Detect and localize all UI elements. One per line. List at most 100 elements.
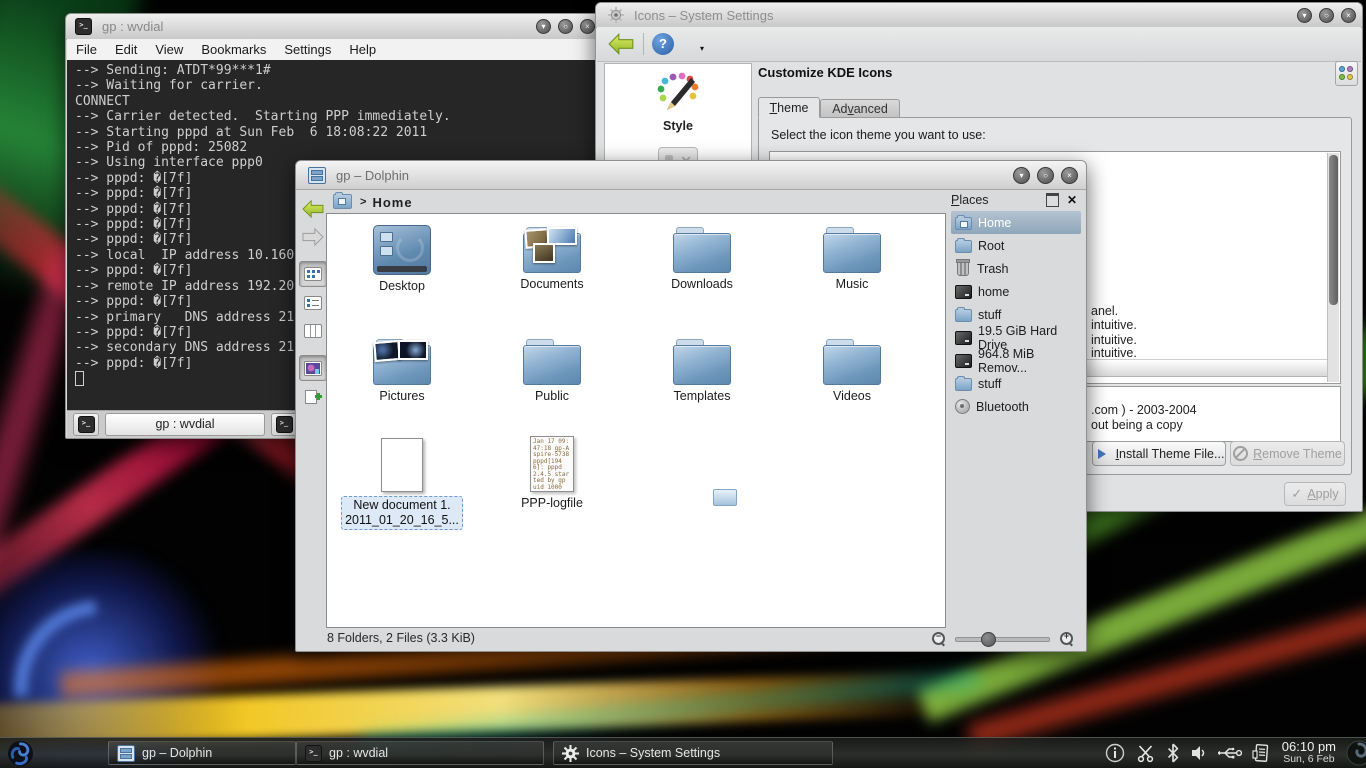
scrollbar[interactable]	[1327, 153, 1339, 382]
bluetooth-tray-icon[interactable]	[1166, 743, 1180, 763]
maximize-button[interactable]: ○	[558, 19, 573, 34]
help-dropdown-caret[interactable]: ▾	[700, 44, 704, 53]
zoom-in-icon[interactable]: +	[1060, 632, 1073, 645]
status-text: 8 Folders, 2 Files (3.3 KiB)	[327, 631, 475, 645]
places-header[interactable]: Places ✕	[951, 189, 1081, 211]
zoom-slider[interactable]	[955, 632, 1050, 644]
konsole-titlebar[interactable]: >_ gp : wvdial ▾ ○ ×	[66, 14, 599, 40]
file-item-ppp-logfile[interactable]: Jan 17 09:47:18 gp-Aspire-5738 pppd[1946…	[477, 436, 627, 546]
folder-item-music[interactable]: Music	[777, 219, 927, 329]
place-removable[interactable]: 964.8 MiB Remov...	[951, 349, 1081, 372]
home-folder-icon[interactable]	[333, 192, 352, 212]
install-theme-button[interactable]: Install Theme File...	[1092, 441, 1226, 466]
close-button[interactable]: ×	[580, 19, 595, 34]
minimize-button[interactable]: ▾	[536, 19, 551, 34]
clock-time: 06:10 pm	[1282, 740, 1336, 753]
place-trash[interactable]: Trash	[951, 257, 1081, 280]
details-view-button[interactable]	[300, 291, 326, 315]
minimize-button[interactable]: ▾	[1013, 167, 1030, 184]
file-item-new-document[interactable]: New document 1.2011_01_20_16_5...	[327, 436, 477, 546]
close-button[interactable]: ×	[1341, 8, 1356, 23]
dot-icon	[1347, 74, 1353, 80]
preview-button[interactable]	[299, 355, 327, 381]
apply-button[interactable]: ✓ Apply	[1284, 482, 1346, 506]
hard-drive-icon	[955, 331, 972, 345]
float-panel-icon[interactable]	[1046, 193, 1059, 207]
place-home-partition[interactable]: home	[951, 280, 1081, 303]
scrollbar-thumb[interactable]	[1329, 155, 1338, 305]
menu-edit[interactable]: Edit	[106, 42, 146, 57]
tab-list-button[interactable]: >_	[271, 413, 297, 436]
folder-item-public[interactable]: Public	[477, 331, 627, 441]
device-notifier-usb-icon[interactable]	[1218, 743, 1242, 763]
remove-theme-button[interactable]: Remove Theme	[1230, 441, 1345, 466]
klipper-scissors-icon[interactable]	[1135, 743, 1156, 763]
split-view-button[interactable]	[300, 385, 326, 409]
place-home[interactable]: Home	[951, 211, 1081, 234]
dolphin-statusbar: 8 Folders, 2 Files (3.3 KiB) − +	[297, 626, 1085, 650]
folder-icon	[823, 339, 881, 385]
close-button[interactable]: ×	[1061, 167, 1078, 184]
tab-advanced[interactable]: Advanced	[820, 99, 900, 118]
forward-button[interactable]	[300, 225, 326, 249]
home-icon	[955, 217, 972, 230]
view-style-button[interactable]	[1335, 61, 1358, 86]
folder-item-templates[interactable]: Templates	[627, 331, 777, 441]
konsole-window-buttons: ▾ ○ ×	[529, 19, 595, 34]
columns-view-button[interactable]	[300, 319, 326, 343]
folder-icon	[955, 378, 972, 391]
settings-titlebar[interactable]: Icons – System Settings ▾ ○ ×	[596, 3, 1362, 28]
close-panel-icon[interactable]: ✕	[1067, 193, 1077, 207]
maximize-button[interactable]: ○	[1037, 167, 1054, 184]
maximize-button[interactable]: ○	[1319, 8, 1334, 23]
dot-icon	[1339, 74, 1345, 80]
help-button[interactable]: ?	[652, 33, 674, 55]
folder-item-documents[interactable]: Documents	[477, 219, 627, 329]
breadcrumb-home[interactable]: Home	[372, 195, 412, 210]
info-tray-icon[interactable]	[1105, 743, 1125, 763]
konsole-tab[interactable]: gp : wvdial	[105, 413, 265, 436]
task-wvdial[interactable]: >_ gp : wvdial	[296, 741, 544, 765]
folder-item-videos[interactable]: Videos	[777, 331, 927, 441]
menu-view[interactable]: View	[146, 42, 192, 57]
zoom-slider-handle[interactable]	[981, 632, 996, 647]
dolphin-titlebar[interactable]: gp – Dolphin ▾ ○ ×	[296, 161, 1086, 190]
minimize-button[interactable]: ▾	[1297, 8, 1312, 23]
menu-file[interactable]: File	[67, 42, 106, 57]
folder-item-desktop[interactable]: Desktop	[327, 219, 477, 329]
panel-cashew-icon[interactable]	[1342, 739, 1366, 767]
text-preview-icon: Jan 17 09:47:18 gp-Aspire-5738 pppd[1946…	[530, 436, 574, 492]
zoom-out-icon[interactable]: −	[932, 632, 945, 645]
back-button[interactable]	[607, 32, 635, 56]
folder-item-pictures[interactable]: Pictures	[327, 331, 477, 441]
task-system-settings[interactable]: Icons – System Settings	[553, 741, 833, 765]
place-root[interactable]: Root	[951, 234, 1081, 257]
theme-list-text: intuitive.	[1091, 333, 1137, 347]
volume-tray-icon[interactable]	[1190, 744, 1208, 762]
folder-view[interactable]: Desktop Documents Downloads Music	[326, 213, 946, 628]
folder-icon	[955, 309, 972, 322]
places-panel: Places ✕ Home Root Trash home stuff 19.5…	[951, 189, 1081, 626]
folder-icon	[673, 339, 731, 385]
printer-tray-icon[interactable]	[1252, 742, 1272, 764]
back-button[interactable]	[300, 197, 326, 221]
task-dolphin[interactable]: gp – Dolphin	[108, 741, 296, 765]
place-stuff-2[interactable]: stuff	[951, 372, 1081, 395]
tab-theme[interactable]: Theme	[758, 97, 820, 118]
new-tab-button[interactable]: >_	[73, 413, 99, 436]
menu-help[interactable]: Help	[340, 42, 385, 57]
konsole-title: gp : wvdial	[102, 19, 163, 34]
menu-bookmarks[interactable]: Bookmarks	[192, 42, 275, 57]
window-dolphin: gp – Dolphin ▾ ○ × > Home	[295, 160, 1087, 652]
dot-icon	[1339, 66, 1345, 72]
place-bluetooth[interactable]: Bluetooth	[951, 395, 1081, 418]
clock[interactable]: 06:10 pm Sun, 6 Feb	[1282, 740, 1336, 766]
sidebar-item-label: Style	[605, 119, 751, 133]
taskbar: gp – Dolphin >_ gp : wvdial Icons – Syst…	[0, 737, 1366, 768]
sidebar-item-style[interactable]: Style	[605, 64, 751, 133]
menu-settings[interactable]: Settings	[275, 42, 340, 57]
toolbar-separator	[643, 33, 644, 55]
folder-item-downloads[interactable]: Downloads	[627, 219, 777, 329]
icons-view-button[interactable]	[299, 261, 327, 287]
kmenu-launcher-icon[interactable]	[7, 740, 34, 767]
